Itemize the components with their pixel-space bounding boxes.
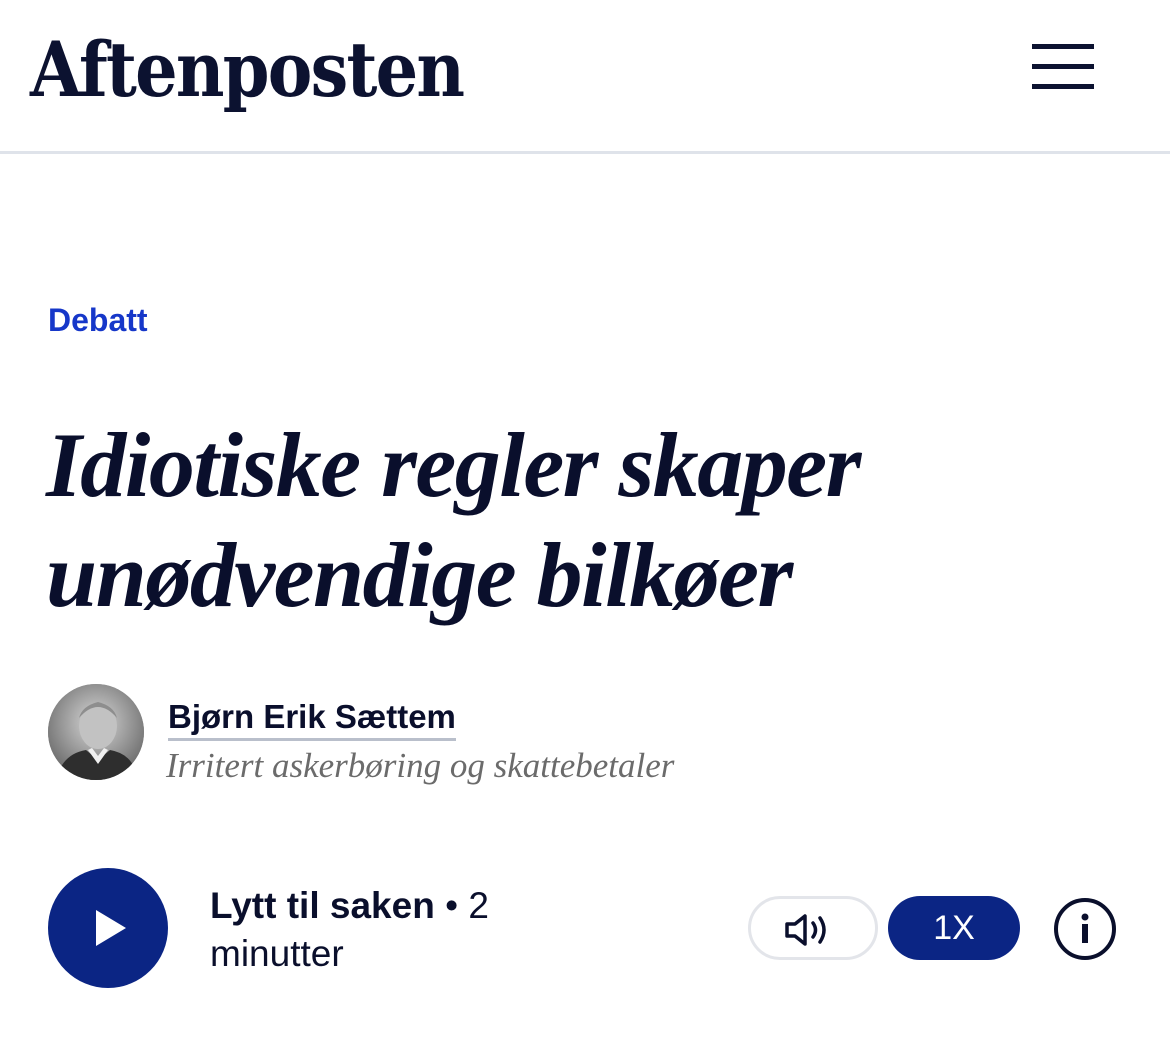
play-button[interactable] (48, 868, 168, 988)
listen-label: Lytt til saken (210, 885, 435, 926)
author-avatar (48, 684, 144, 780)
duration-unit: minutter (210, 933, 344, 974)
audio-label: Lytt til saken • 2 minutter (210, 882, 570, 978)
audio-player: Lytt til saken • 2 minutter 1X (48, 868, 1128, 992)
section-link[interactable]: Debatt (48, 302, 148, 339)
aftenposten-logo[interactable]: Aftenposten (30, 20, 465, 120)
info-button[interactable] (1054, 898, 1116, 960)
site-header: Aftenposten (0, 0, 1170, 154)
menu-bar (1032, 44, 1094, 49)
volume-button[interactable] (748, 896, 878, 960)
play-icon (96, 910, 126, 946)
author-description: Irritert askerbøring og skattebetaler (166, 746, 675, 785)
volume-icon (785, 914, 826, 946)
headline-line-2: unødvendige bilkøer (46, 524, 793, 626)
article-headline: Idiotiske regler skaper unødvendige bilk… (46, 410, 1126, 630)
menu-bar (1032, 84, 1094, 89)
menu-bar (1032, 64, 1094, 69)
author-name-link[interactable]: Bjørn Erik Sættem (168, 698, 456, 741)
byline: Bjørn Erik Sættem Irritert askerbøring o… (48, 684, 948, 785)
info-icon (1081, 913, 1089, 943)
playback-speed-button[interactable]: 1X (888, 896, 1020, 960)
duration-number: • 2 (434, 885, 489, 926)
headline-line-1: Idiotiske regler skaper (46, 414, 861, 516)
hamburger-menu-icon[interactable] (1026, 42, 1100, 92)
